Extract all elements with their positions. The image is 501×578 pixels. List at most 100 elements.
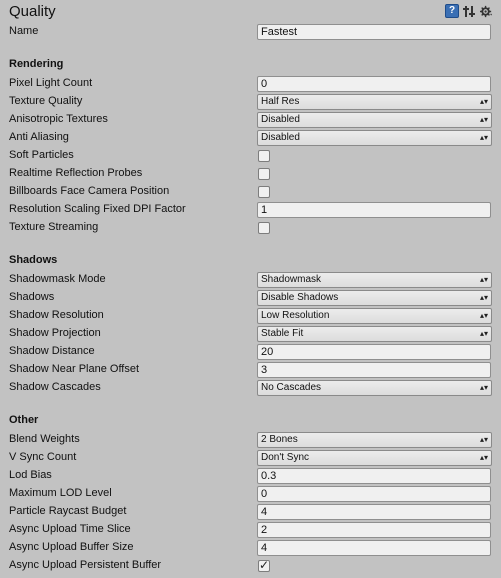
realtime-reflection-probes-row: Realtime Reflection Probes <box>0 165 501 183</box>
shadowmask-mode-row: Shadowmask Mode Shadowmask ▴▾ <box>0 271 501 289</box>
resolution-scaling-row: Resolution Scaling Fixed DPI Factor 1 <box>0 201 501 219</box>
anti-aliasing-dropdown[interactable]: Disabled ▴▾ <box>257 130 492 146</box>
shadowmask-mode-dropdown[interactable]: Shadowmask ▴▾ <box>257 272 492 288</box>
shadow-cascades-dropdown[interactable]: No Cascades ▴▾ <box>257 380 492 396</box>
shadow-distance-row: Shadow Distance 20 <box>0 343 501 361</box>
async-upload-time-slice-field[interactable]: 2 <box>257 522 491 538</box>
blend-weights-label: Blend Weights <box>9 433 80 445</box>
shadow-near-plane-offset-field[interactable]: 3 <box>257 362 491 378</box>
lod-bias-label: Lod Bias <box>9 469 52 481</box>
particle-raycast-budget-field[interactable]: 4 <box>257 504 491 520</box>
shadow-resolution-value: Low Resolution <box>261 310 330 321</box>
maximum-lod-level-field[interactable]: 0 <box>257 486 491 502</box>
shadow-distance-field[interactable]: 20 <box>257 344 491 360</box>
anti-aliasing-value: Disabled <box>261 132 300 143</box>
texture-quality-row: Texture Quality Half Res ▴▾ <box>0 93 501 111</box>
header-icons: ? <box>445 4 493 18</box>
help-icon[interactable]: ? <box>445 4 459 18</box>
shadow-resolution-dropdown[interactable]: Low Resolution ▴▾ <box>257 308 492 324</box>
soft-particles-checkbox[interactable] <box>258 150 270 162</box>
shadow-projection-label: Shadow Projection <box>9 327 101 339</box>
texture-streaming-checkbox[interactable] <box>258 222 270 234</box>
resolution-scaling-field[interactable]: 1 <box>257 202 491 218</box>
shadow-cascades-label: Shadow Cascades <box>9 381 101 393</box>
checkmark-icon: ✓ <box>259 558 270 572</box>
billboards-face-camera-row: Billboards Face Camera Position <box>0 183 501 201</box>
shadowmask-mode-label: Shadowmask Mode <box>9 273 106 285</box>
shadows-section-title: Shadows <box>9 254 58 266</box>
shadow-projection-value: Stable Fit <box>261 328 304 339</box>
maximum-lod-level-label: Maximum LOD Level <box>9 487 112 499</box>
shadow-cascades-row: Shadow Cascades No Cascades ▴▾ <box>0 379 501 397</box>
soft-particles-label: Soft Particles <box>9 149 74 161</box>
v-sync-count-label: V Sync Count <box>9 451 77 463</box>
billboards-face-camera-checkbox[interactable] <box>258 186 270 198</box>
dropdown-arrow-icon: ▴▾ <box>479 97 488 106</box>
page-title: Quality <box>9 3 56 20</box>
dropdown-arrow-icon: ▴▾ <box>479 383 488 392</box>
v-sync-count-dropdown[interactable]: Don't Sync ▴▾ <box>257 450 492 466</box>
anti-aliasing-label: Anti Aliasing <box>9 131 69 143</box>
shadows-value: Disable Shadows <box>261 292 339 303</box>
blend-weights-value: 2 Bones <box>261 434 298 445</box>
realtime-reflection-probes-label: Realtime Reflection Probes <box>9 167 143 179</box>
shadows-dropdown[interactable]: Disable Shadows ▴▾ <box>257 290 492 306</box>
async-upload-persistent-buffer-checkbox[interactable]: ✓ <box>258 558 270 572</box>
name-field[interactable]: Fastest <box>257 24 491 40</box>
texture-streaming-label: Texture Streaming <box>9 221 99 233</box>
shadow-resolution-label: Shadow Resolution <box>9 309 104 321</box>
async-upload-persistent-buffer-label: Async Upload Persistent Buffer <box>9 559 162 571</box>
maximum-lod-level-row: Maximum LOD Level 0 <box>0 485 501 503</box>
lod-bias-field[interactable]: 0.3 <box>257 468 491 484</box>
async-upload-buffer-size-field[interactable]: 4 <box>257 540 491 556</box>
dropdown-arrow-icon: ▴▾ <box>479 275 488 284</box>
blend-weights-row: Blend Weights 2 Bones ▴▾ <box>0 431 501 449</box>
dropdown-arrow-icon: ▴▾ <box>479 311 488 320</box>
dropdown-arrow-icon: ▴▾ <box>479 329 488 338</box>
preset-icon[interactable] <box>463 5 476 18</box>
shadow-near-plane-offset-label: Shadow Near Plane Offset <box>9 363 140 375</box>
lod-bias-row: Lod Bias 0.3 <box>0 467 501 485</box>
shadow-cascades-value: No Cascades <box>261 382 322 393</box>
pixel-light-count-label: Pixel Light Count <box>9 77 93 89</box>
dropdown-arrow-icon: ▴▾ <box>479 115 488 124</box>
texture-quality-value: Half Res <box>261 96 300 107</box>
dropdown-arrow-icon: ▴▾ <box>479 453 488 462</box>
name-label: Name <box>9 25 39 37</box>
async-upload-buffer-size-label: Async Upload Buffer Size <box>9 541 134 553</box>
shadow-projection-row: Shadow Projection Stable Fit ▴▾ <box>0 325 501 343</box>
texture-streaming-row: Texture Streaming <box>0 219 501 237</box>
particle-raycast-budget-row: Particle Raycast Budget 4 <box>0 503 501 521</box>
anti-aliasing-row: Anti Aliasing Disabled ▴▾ <box>0 129 501 147</box>
shadow-projection-dropdown[interactable]: Stable Fit ▴▾ <box>257 326 492 342</box>
gear-icon[interactable] <box>480 5 493 18</box>
texture-quality-dropdown[interactable]: Half Res ▴▾ <box>257 94 492 110</box>
v-sync-count-value: Don't Sync <box>261 452 310 463</box>
anisotropic-textures-label: Anisotropic Textures <box>9 113 108 125</box>
shadow-resolution-row: Shadow Resolution Low Resolution ▴▾ <box>0 307 501 325</box>
dropdown-arrow-icon: ▴▾ <box>479 435 488 444</box>
resolution-scaling-label: Resolution Scaling Fixed DPI Factor <box>9 203 186 215</box>
realtime-reflection-probes-checkbox[interactable] <box>258 168 270 180</box>
billboards-face-camera-label: Billboards Face Camera Position <box>9 185 170 197</box>
blend-weights-dropdown[interactable]: 2 Bones ▴▾ <box>257 432 492 448</box>
pixel-light-count-row: Pixel Light Count 0 <box>0 75 501 93</box>
async-upload-time-slice-row: Async Upload Time Slice 2 <box>0 521 501 539</box>
dropdown-arrow-icon: ▴▾ <box>479 133 488 142</box>
shadows-label: Shadows <box>9 291 55 303</box>
inspector-header: Quality ? <box>0 0 501 24</box>
soft-particles-row: Soft Particles <box>0 147 501 165</box>
particle-raycast-budget-label: Particle Raycast Budget <box>9 505 127 517</box>
shadows-row: Shadows Disable Shadows ▴▾ <box>0 289 501 307</box>
async-upload-buffer-size-row: Async Upload Buffer Size 4 <box>0 539 501 557</box>
anisotropic-textures-row: Anisotropic Textures Disabled ▴▾ <box>0 111 501 129</box>
shadow-distance-label: Shadow Distance <box>9 345 95 357</box>
async-upload-persistent-buffer-row: Async Upload Persistent Buffer ✓ <box>0 557 501 575</box>
anisotropic-textures-value: Disabled <box>261 114 300 125</box>
dropdown-arrow-icon: ▴▾ <box>479 293 488 302</box>
shadow-near-plane-offset-row: Shadow Near Plane Offset 3 <box>0 361 501 379</box>
anisotropic-textures-dropdown[interactable]: Disabled ▴▾ <box>257 112 492 128</box>
other-section-title: Other <box>9 414 39 426</box>
shadowmask-mode-value: Shadowmask <box>261 274 322 285</box>
pixel-light-count-field[interactable]: 0 <box>257 76 491 92</box>
